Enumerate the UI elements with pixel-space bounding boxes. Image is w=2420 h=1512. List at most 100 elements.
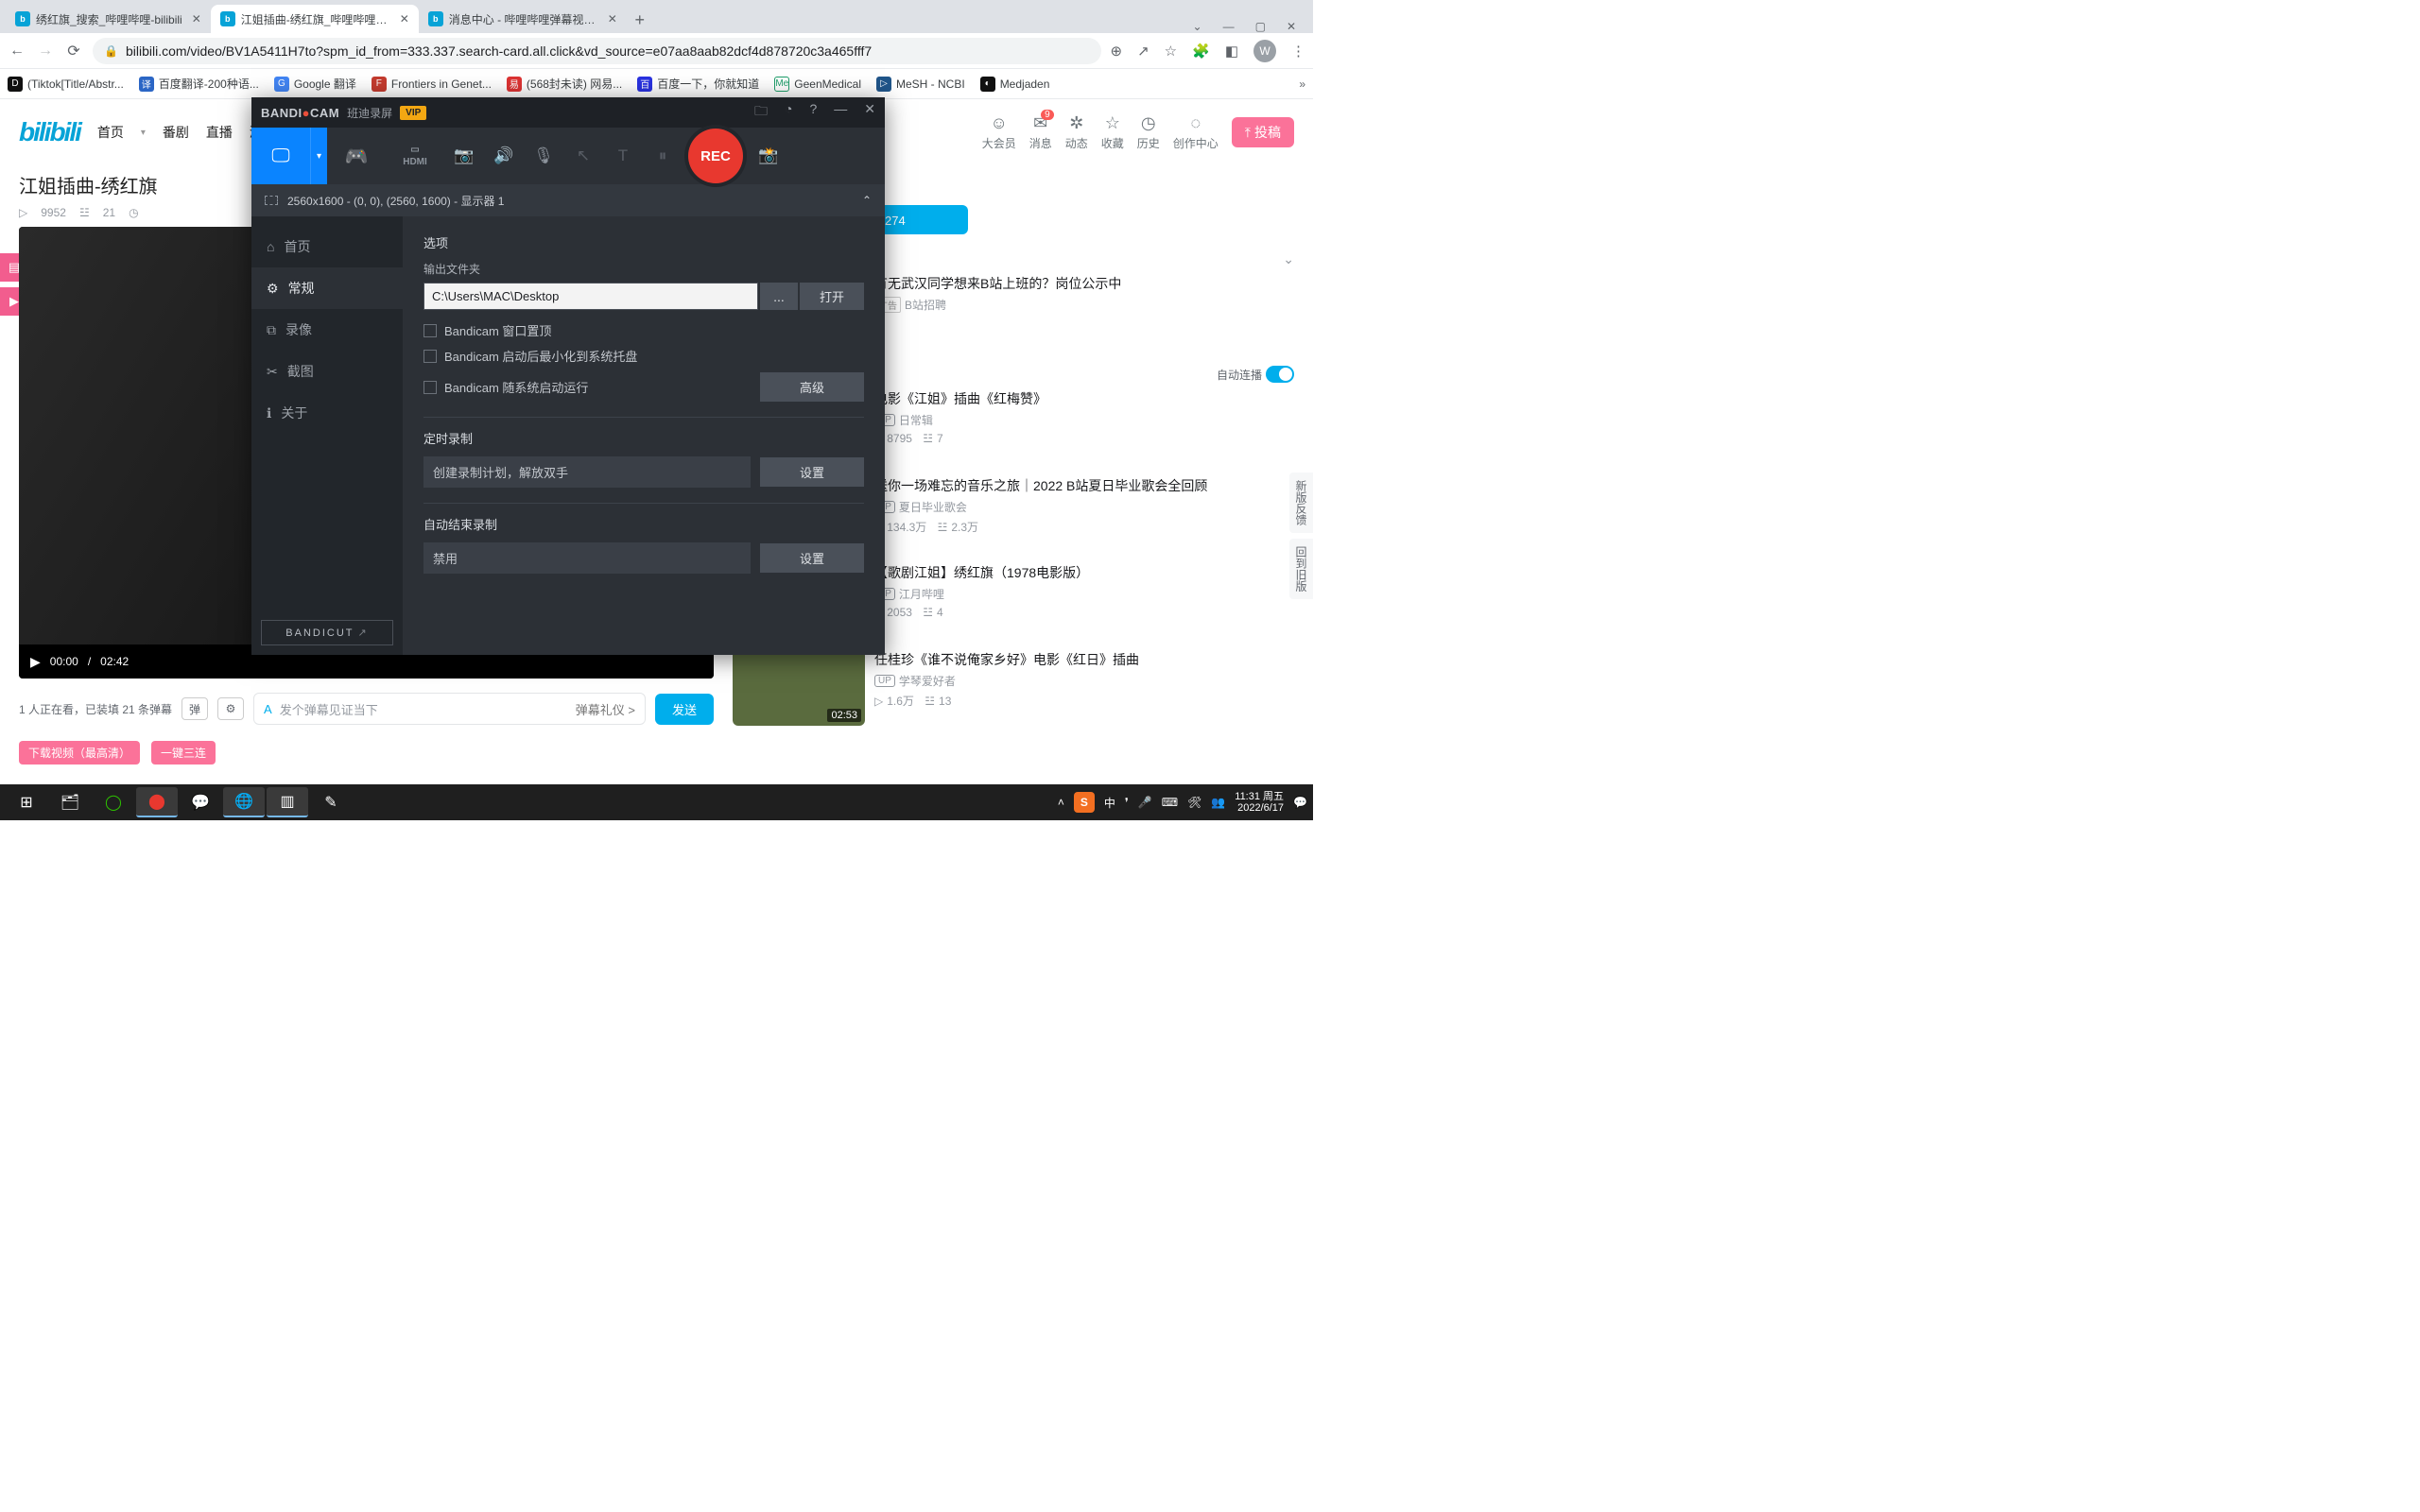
share-icon[interactable]: ↗ — [1137, 43, 1150, 60]
sidepanel-icon[interactable]: ◧ — [1225, 43, 1238, 60]
side-item-general[interactable]: ⚙常规 — [251, 267, 403, 309]
taskbar-clock[interactable]: 11:31 周五 2022/6/17 — [1235, 791, 1284, 814]
feedback-tab[interactable]: 新版反馈 — [1289, 472, 1313, 533]
chrome-icon[interactable]: 🌐 — [223, 787, 265, 817]
danmu-setting-icon[interactable]: ⚙ — [217, 697, 244, 720]
header-history[interactable]: ◷历史 — [1137, 113, 1160, 151]
profile-avatar[interactable]: W — [1253, 40, 1276, 62]
close-window-icon[interactable]: ✕ — [1287, 20, 1296, 33]
record-button[interactable]: REC — [688, 129, 743, 183]
danmu-input[interactable]: A 发个弹幕见证当下 弹幕礼仪 > — [253, 693, 646, 725]
bookmark-item[interactable]: 译百度翻译-200种语... — [139, 76, 259, 92]
nav-anime[interactable]: 番剧 — [163, 123, 189, 142]
close-icon[interactable]: ✕ — [864, 101, 875, 124]
tray-icon[interactable]: ❜ — [1125, 796, 1129, 809]
file-explorer-icon[interactable]: 🗂 — [49, 787, 91, 817]
side-item-screenshot[interactable]: ✂截图 — [251, 351, 403, 392]
close-icon[interactable]: ✕ — [192, 12, 201, 26]
header-trend[interactable]: ✲动态 — [1065, 113, 1088, 151]
bookmark-item[interactable]: GGoogle 翻译 — [274, 76, 356, 92]
app-icon[interactable]: ✎ — [310, 787, 352, 817]
reco-item[interactable]: 02:53 任桂珍《谁不说俺家乡好》电影《红日》插曲 UP学琴爱好者 ▷1.6万… — [733, 650, 1294, 726]
bandicut-link[interactable]: BANDICUT↗ — [261, 620, 393, 645]
ime-icon[interactable]: S — [1074, 792, 1095, 813]
search-icon[interactable]: ⊕ — [1111, 43, 1123, 60]
people-tray-icon[interactable]: 👥 — [1211, 796, 1225, 809]
webcam-icon[interactable]: 📷 — [444, 146, 484, 165]
open-folder-button[interactable]: 打开 — [800, 283, 864, 310]
chevron-up-icon[interactable]: ⌃ — [862, 194, 872, 207]
back-icon[interactable]: ← — [8, 43, 26, 60]
bookmark-item[interactable]: FFrontiers in Genet... — [372, 77, 492, 92]
star-icon[interactable]: ☆ — [1165, 43, 1177, 60]
upload-button[interactable]: ⤒投稿 — [1232, 117, 1294, 147]
bookmark-item[interactable]: ▷MeSH - NCBI — [876, 77, 965, 92]
browser-tab-1[interactable]: b 江姐插曲-绣红旗_哔哩哔哩_bilib ✕ — [211, 5, 419, 33]
wechat-icon[interactable]: ◯ — [93, 787, 134, 817]
mode-screen-drop[interactable]: ▾ — [310, 128, 327, 184]
timed-settings-button[interactable]: 设置 — [760, 457, 864, 487]
danmu-gift-link[interactable]: 弹幕礼仪 > — [576, 700, 635, 718]
tool-tray-icon[interactable]: 🛠 — [1187, 796, 1201, 809]
bookmark-item[interactable]: 百百度一下，你就知道 — [637, 76, 759, 92]
bandicam-task-icon[interactable]: ▥ — [267, 787, 308, 817]
font-icon[interactable]: A — [264, 702, 272, 716]
sanlian-button[interactable]: 一键三连 — [151, 741, 216, 765]
chevron-down-icon[interactable]: ⌄ — [1283, 251, 1294, 267]
resolution-bar[interactable]: 2560x1600 - (0, 0), (2560, 1600) - 显示器 1… — [251, 184, 885, 216]
pause-icon[interactable]: ⏸ — [643, 146, 683, 165]
cursor-icon[interactable]: ↖ — [563, 146, 603, 165]
timer-icon[interactable]: ◔ — [785, 101, 792, 124]
checkbox-autostart[interactable]: Bandicam 随系统启动运行 — [424, 378, 588, 396]
minimize-icon[interactable]: — — [834, 101, 847, 124]
reload-icon[interactable]: ⟳ — [64, 42, 83, 60]
chevron-down-icon[interactable]: ⌄ — [1193, 20, 1202, 33]
tray-chevron-icon[interactable]: ˄ — [1058, 796, 1064, 809]
side-item-home[interactable]: ⌂首页 — [251, 226, 403, 267]
side-item-about[interactable]: ℹ关于 — [251, 392, 403, 434]
bookmark-item[interactable]: D(Tiktok[Title/Abstr... — [8, 77, 124, 92]
kebab-menu-icon[interactable]: ⋮ — [1291, 43, 1305, 60]
folder-icon[interactable]: 🗀 — [754, 101, 768, 124]
mic-tray-icon[interactable]: 🎤 — [1138, 796, 1152, 809]
bookmarks-overflow-icon[interactable]: » — [1299, 77, 1305, 91]
browser-tab-0[interactable]: b 绣红旗_搜索_哔哩哔哩-bilibili ✕ — [6, 5, 211, 33]
bandicam-titlebar[interactable]: BANDI●CAM 班迪录屏 VIP 🗀 ◔ ? — ✕ — [251, 97, 885, 128]
minimize-icon[interactable]: — — [1223, 20, 1235, 33]
mic-icon[interactable]: 🎙 — [524, 146, 563, 165]
keyboard-tray-icon[interactable]: ⌨ — [1162, 796, 1178, 809]
text-tool-icon[interactable]: T — [603, 146, 643, 165]
mode-screen-button[interactable]: 🖵 — [251, 128, 310, 184]
header-msg[interactable]: ✉9消息 — [1029, 113, 1052, 151]
header-create[interactable]: ◌创作中心 — [1173, 113, 1219, 151]
danmu-toggle-icon[interactable]: 弹 — [182, 697, 208, 720]
close-icon[interactable]: ✕ — [608, 12, 617, 26]
chat-icon[interactable]: 💬 — [180, 787, 221, 817]
browser-tab-2[interactable]: b 消息中心 - 哔哩哔哩弹幕视频网 ✕ — [419, 5, 627, 33]
output-path-input[interactable]: C:\Users\MAC\Desktop — [424, 283, 758, 310]
browse-button[interactable]: ... — [760, 283, 798, 310]
advanced-button[interactable]: 高级 — [760, 372, 864, 402]
speaker-icon[interactable]: 🔊 — [484, 146, 524, 165]
nav-home[interactable]: 首页 — [97, 123, 124, 142]
checkbox-minimize[interactable]: Bandicam 启动后最小化到系统托盘 — [424, 347, 864, 365]
extensions-icon[interactable]: 🧩 — [1192, 43, 1210, 60]
header-fav[interactable]: ☆收藏 — [1101, 113, 1124, 151]
lang-indicator[interactable]: 中 — [1104, 795, 1115, 811]
start-button[interactable]: ⊞ — [6, 787, 47, 817]
bookmark-item[interactable]: MeGeenMedical — [774, 77, 861, 92]
danmu-send-button[interactable]: 发送 — [655, 694, 714, 725]
autoplay-toggle[interactable]: 自动连播 — [1217, 366, 1294, 383]
url-field[interactable]: 🔒 bilibili.com/video/BV1A5411H7to?spm_id… — [93, 38, 1101, 64]
nav-live[interactable]: 直播 — [206, 123, 233, 142]
recorder-icon[interactable]: ⬤ — [136, 787, 178, 817]
download-button[interactable]: 下载视频（最高清） — [19, 741, 140, 765]
bookmark-item[interactable]: 易(568封未读) 网易... — [507, 76, 622, 92]
maximize-icon[interactable]: ▢ — [1255, 20, 1266, 33]
screenshot-icon[interactable]: 📸 — [749, 146, 788, 165]
help-icon[interactable]: ? — [809, 101, 817, 124]
side-item-record[interactable]: ⧉录像 — [251, 309, 403, 351]
header-vip[interactable]: ☺大会员 — [982, 113, 1016, 151]
mode-game-button[interactable]: 🎮 — [327, 128, 386, 184]
bookmark-item[interactable]: ◐Medjaden — [980, 77, 1050, 92]
